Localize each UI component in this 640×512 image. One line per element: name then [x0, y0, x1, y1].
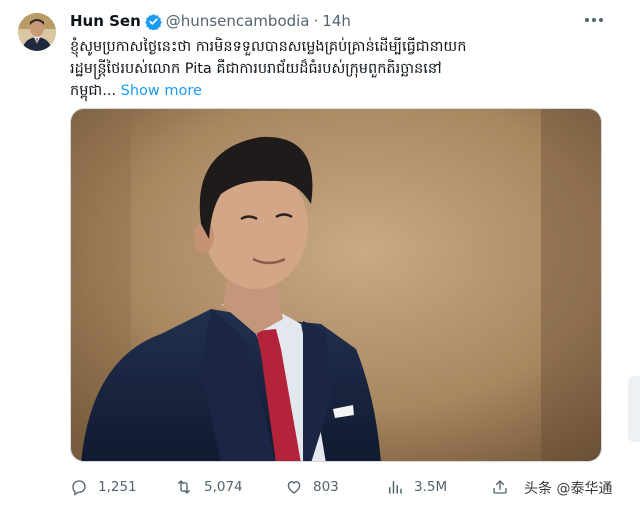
tweet-text-line-3-content: កម្ពុជា... — [70, 83, 117, 99]
verified-badge-icon — [144, 13, 162, 31]
views-count: 3.5M — [414, 479, 448, 495]
retweet-count: 5,074 — [204, 479, 243, 495]
views-chart-icon — [389, 481, 402, 494]
timestamp[interactable]: 14h — [322, 12, 351, 30]
reply-button[interactable]: 1,251 — [70, 474, 137, 500]
share-icon — [493, 480, 507, 494]
tweet[interactable]: Hun Sen @hunsencambodia · 14h ខ្ញុំសូមប្… — [0, 0, 640, 512]
scrollbar-handle[interactable] — [628, 376, 640, 442]
like-count: 803 — [313, 479, 339, 495]
share-button[interactable] — [491, 474, 519, 500]
tweet-text-line-3: កម្ពុជា... Show more — [70, 80, 595, 102]
reply-count: 1,251 — [98, 479, 137, 495]
reply-icon — [72, 480, 86, 496]
retweet-icon — [178, 480, 190, 494]
tweet-photo[interactable] — [70, 108, 602, 462]
like-button[interactable]: 803 — [285, 474, 339, 500]
more-options-icon[interactable] — [582, 10, 606, 30]
retweet-button[interactable]: 5,074 — [174, 474, 243, 500]
display-name[interactable]: Hun Sen — [70, 12, 141, 30]
show-more-link[interactable]: Show more — [121, 83, 202, 99]
avatar[interactable] — [18, 13, 56, 51]
tweet-header: Hun Sen @hunsencambodia · 14h — [70, 12, 351, 31]
heart-icon — [287, 481, 301, 494]
views-button[interactable]: 3.5M — [386, 474, 447, 500]
source-watermark: 头条 @泰华通 — [524, 481, 613, 497]
tweet-text-line-2: រដ្ឋមន្ត្រីថៃរបស់លោក Pita គឺជាការបរាជ័យដ… — [70, 61, 442, 77]
author-handle[interactable]: @hunsencambodia — [166, 12, 310, 30]
tweet-text: ខ្ញុំសូមប្រកាសថ្ងៃនេះថា ការមិនទទួលបានសម្… — [70, 36, 595, 102]
separator-dot: · — [313, 12, 319, 30]
tweet-text-line-1: ខ្ញុំសូមប្រកាសថ្ងៃនេះថា ការមិនទទួលបានសម្… — [70, 39, 467, 55]
